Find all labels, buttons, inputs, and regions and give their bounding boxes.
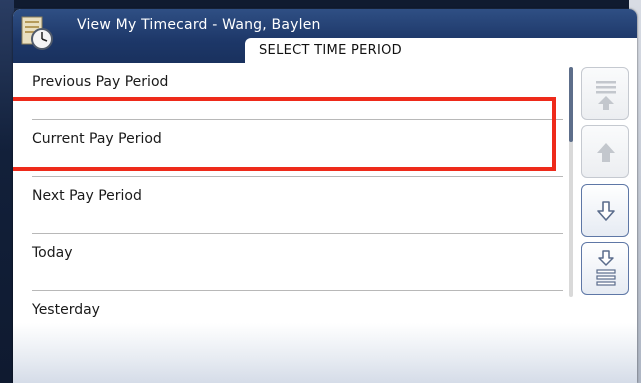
section-header: SELECT TIME PERIOD bbox=[245, 38, 637, 63]
window-title: View My Timecard - Wang, Baylen bbox=[77, 17, 321, 33]
list-item-label: Yesterday bbox=[32, 302, 100, 318]
scroll-up-button[interactable] bbox=[581, 125, 629, 178]
desktop-background-left bbox=[0, 0, 14, 383]
footer-bar bbox=[13, 323, 637, 383]
list-item-next-pay-period[interactable]: Next Pay Period bbox=[13, 177, 565, 234]
timecard-clock-icon bbox=[21, 16, 53, 50]
scroll-to-top-button[interactable] bbox=[581, 67, 629, 120]
list-item-label: Next Pay Period bbox=[32, 188, 142, 204]
scroll-to-bottom-button[interactable] bbox=[581, 242, 629, 295]
list-item-yesterday[interactable]: Yesterday bbox=[13, 291, 565, 323]
scroll-to-bottom-icon bbox=[596, 250, 616, 286]
current-pay-period-highlight bbox=[13, 97, 556, 171]
scroll-down-button[interactable] bbox=[581, 184, 629, 237]
scroll-down-icon bbox=[597, 201, 615, 221]
list-item-label: Previous Pay Period bbox=[32, 74, 169, 90]
desktop-background-top bbox=[0, 0, 641, 8]
scrollbar-thumb[interactable] bbox=[569, 67, 573, 142]
list-item-label: Today bbox=[32, 245, 73, 261]
timecard-window: View My Timecard - Wang, Baylen SELECT T… bbox=[13, 9, 637, 383]
title-bar: View My Timecard - Wang, Baylen SELECT T… bbox=[13, 9, 637, 63]
scroll-up-icon bbox=[597, 143, 615, 162]
section-header-label: SELECT TIME PERIOD bbox=[259, 43, 402, 58]
list-item-today[interactable]: Today bbox=[13, 234, 565, 291]
scroll-to-top-icon bbox=[596, 81, 616, 110]
